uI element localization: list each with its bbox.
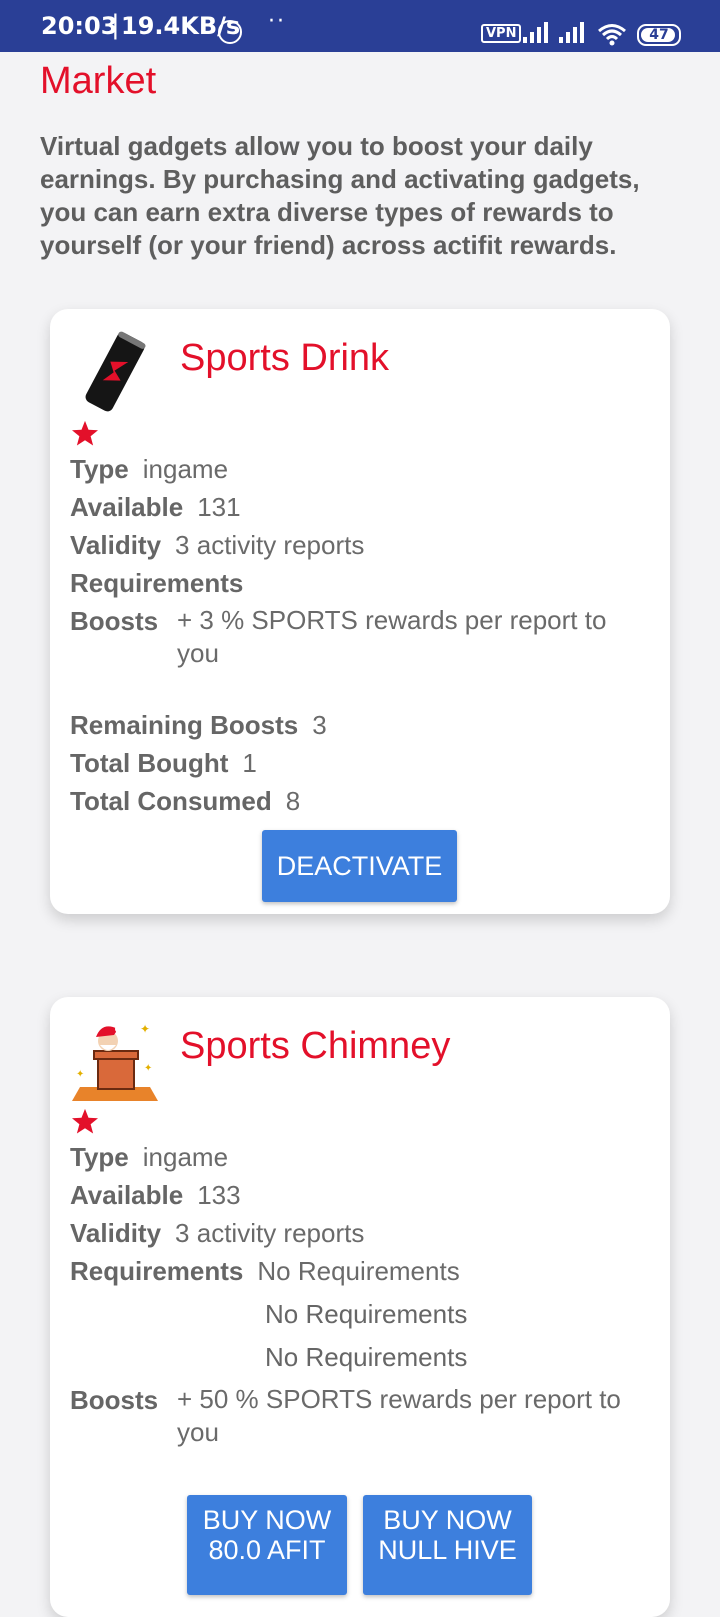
svg-text:✦: ✦	[140, 1022, 150, 1036]
intro-text: Virtual gadgets allow you to boost your …	[40, 131, 640, 260]
boosts-label: Boosts	[70, 1385, 159, 1415]
status-separator: |	[111, 10, 120, 40]
type-row: Type ingame	[70, 454, 229, 484]
buy-hive-button[interactable]: BUY NOW NULL HIVE	[363, 1495, 532, 1595]
svg-text:✦: ✦	[144, 1063, 152, 1074]
gadget-title: Sports Chimney	[180, 1025, 451, 1067]
requirement-item: No Requirements	[265, 1299, 468, 1329]
gadget-card-sports-chimney: ✦ ✦ ✦ Sports Chimney Type ingame Availabl…	[50, 997, 670, 1617]
boosts-label: Boosts	[70, 606, 159, 636]
available-row: Available 131	[70, 492, 241, 522]
validity-row: Validity 3 activity reports	[70, 530, 365, 560]
requirements-row: Requirements No Requirements	[70, 1256, 460, 1286]
boost-value: + 3 % SPORTS rewards per report to you	[177, 605, 607, 668]
alarm-icon	[218, 20, 242, 44]
star-icon	[72, 420, 98, 446]
remaining-boosts-row: Remaining Boosts 3	[70, 710, 327, 740]
page-title: Market	[40, 60, 157, 102]
buy-afit-button[interactable]: BUY NOW 80.0 AFIT	[187, 1495, 347, 1595]
requirement-item: No Requirements	[265, 1342, 468, 1372]
santa-chimney-icon: ✦ ✦ ✦	[72, 1022, 158, 1101]
gadget-card-sports-drink: Sports Drink Type ingame Available 131 Val…	[50, 309, 670, 914]
status-bar: 20:03 | 19.4KB/s ·· VPN 47	[0, 0, 720, 52]
available-row: Available 133	[70, 1180, 241, 1210]
total-consumed-row: Total Consumed 8	[70, 786, 301, 816]
battery-level: 47	[649, 27, 669, 43]
signal-icon	[559, 22, 584, 43]
more-notifications-dots: ··	[268, 9, 286, 34]
requirements-row: Requirements	[70, 568, 244, 598]
battery-icon: 47	[637, 24, 681, 46]
total-bought-row: Total Bought 1	[70, 748, 257, 778]
signal-icon	[523, 22, 548, 43]
svg-text:✦: ✦	[76, 1069, 84, 1080]
deactivate-button[interactable]: DEACTIVATE	[262, 830, 457, 902]
energy-drink-can-icon	[85, 331, 146, 412]
boost-value: + 50 % SPORTS rewards per report to you	[177, 1384, 621, 1447]
star-icon	[72, 1108, 98, 1134]
type-row: Type ingame	[70, 1142, 229, 1172]
status-time: 20:03	[41, 12, 118, 40]
validity-row: Validity 3 activity reports	[70, 1218, 365, 1248]
wifi-icon	[598, 24, 626, 46]
vpn-icon: VPN	[481, 24, 522, 43]
gadget-title: Sports Drink	[180, 337, 390, 379]
